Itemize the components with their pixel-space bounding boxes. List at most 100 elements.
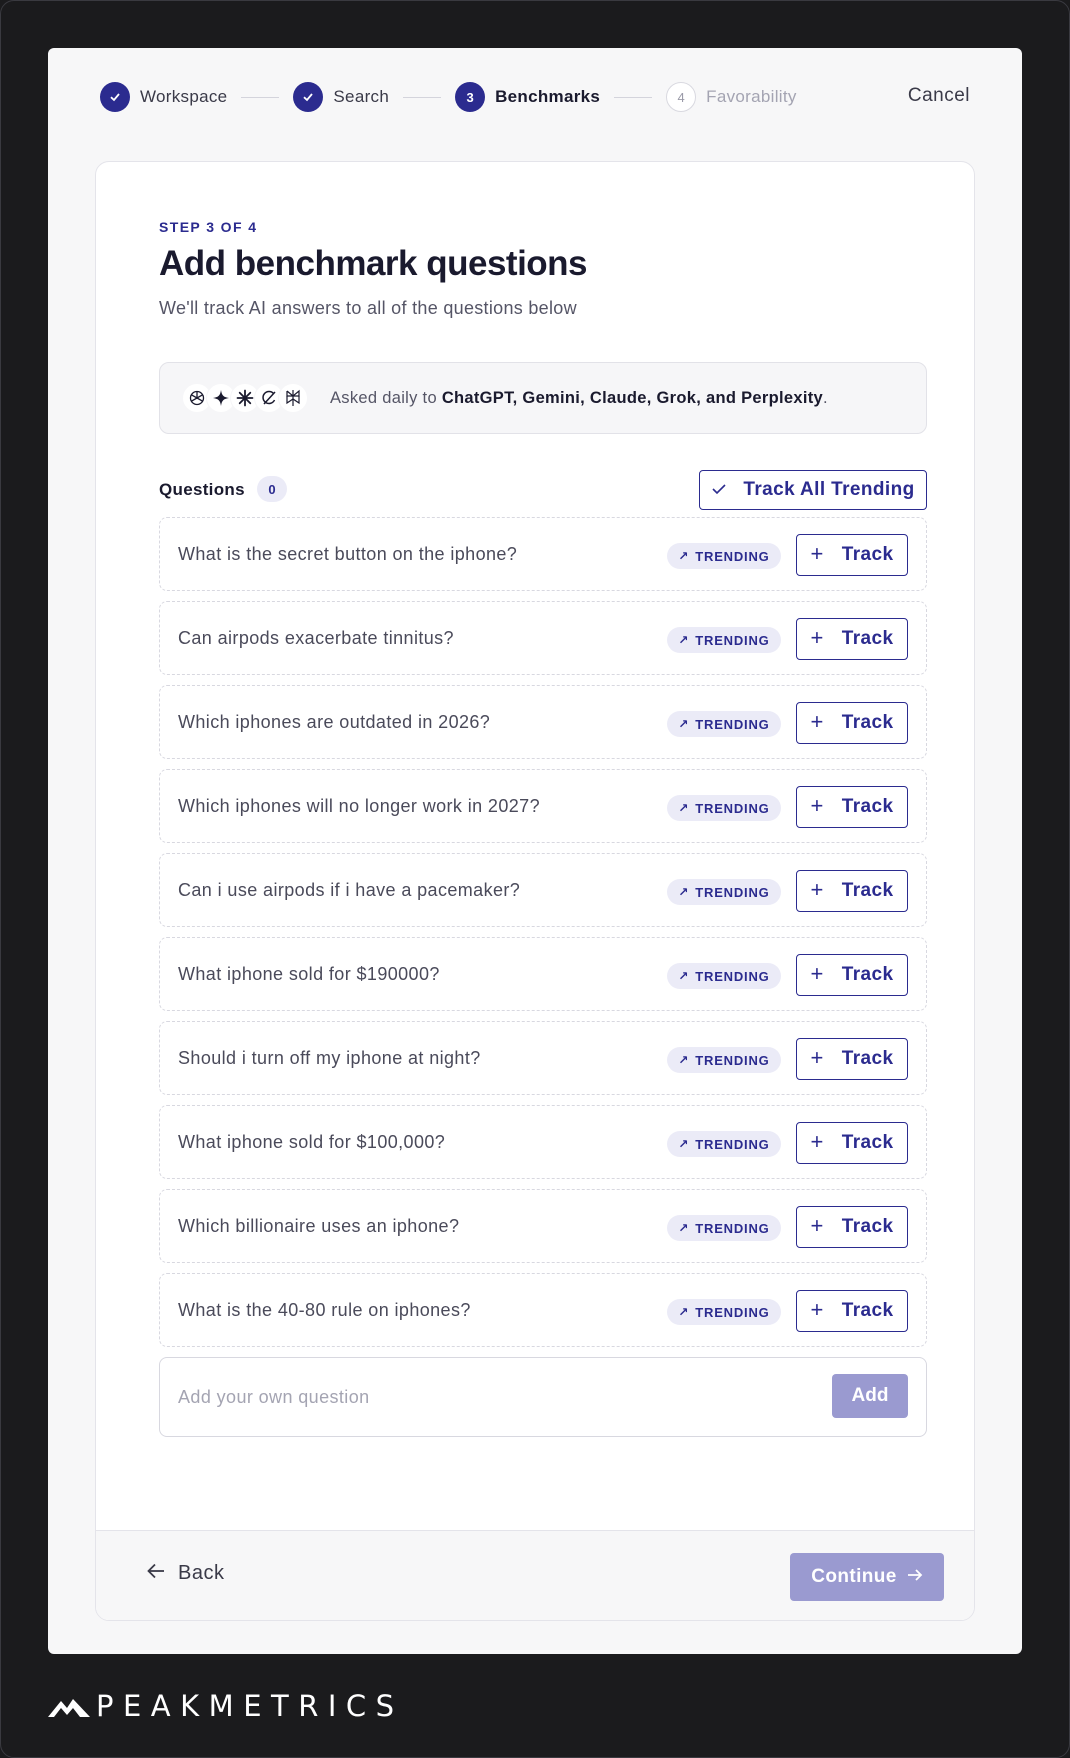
trending-label: TRENDING xyxy=(695,1220,770,1236)
trending-up-icon: ↗ xyxy=(678,1221,690,1235)
step-label-benchmarks: Benchmarks xyxy=(495,87,601,106)
plus-icon: + xyxy=(810,1297,824,1322)
model-icons xyxy=(182,383,308,413)
step-divider xyxy=(614,96,653,98)
track-button[interactable]: + Track xyxy=(796,702,908,744)
track-button[interactable]: + Track xyxy=(796,786,908,828)
step-label-favorability: Favorability xyxy=(706,87,797,106)
back-button[interactable]: Back xyxy=(146,1561,224,1586)
track-label: Track xyxy=(841,880,894,901)
trending-label: TRENDING xyxy=(695,716,770,732)
step-search[interactable]: Search xyxy=(293,82,389,112)
track-label: Track xyxy=(841,544,894,565)
onboarding-window: Workspace Search 3 Benchmarks 4 Favorabi… xyxy=(48,48,1022,1654)
check-icon xyxy=(711,480,727,501)
arrow-right-icon xyxy=(907,1567,923,1587)
question-text: What is the secret button on the iphone? xyxy=(178,544,518,564)
question-row: What iphone sold for $100,000? ↗ TRENDING… xyxy=(159,1105,927,1179)
trending-up-icon: ↗ xyxy=(678,1305,690,1319)
step-divider xyxy=(403,96,442,98)
trending-label: TRENDING xyxy=(695,968,770,984)
step-divider xyxy=(241,96,280,98)
trending-badge: ↗ TRENDING xyxy=(667,879,781,905)
track-label: Track xyxy=(841,1216,894,1237)
question-row: Should i turn off my iphone at night? ↗ T… xyxy=(159,1021,927,1095)
cancel-button[interactable]: Cancel xyxy=(908,85,970,107)
trending-up-icon: ↗ xyxy=(678,885,690,899)
trending-up-icon: ↗ xyxy=(678,1053,690,1067)
trending-up-icon: ↗ xyxy=(678,717,690,731)
track-button[interactable]: + Track xyxy=(796,1206,908,1248)
questions-count-badge: 0 xyxy=(257,476,287,502)
track-button[interactable]: + Track xyxy=(796,534,908,576)
track-label: Track xyxy=(841,712,894,733)
question-text: Which billionaire uses an iphone? xyxy=(178,1216,460,1236)
step-favorability: 4 Favorability xyxy=(666,82,797,112)
trending-badge: ↗ TRENDING xyxy=(667,1215,781,1241)
trending-badge: ↗ TRENDING xyxy=(667,1131,781,1157)
trending-label: TRENDING xyxy=(695,1304,770,1320)
question-row: Can i use airpods if i have a pacemaker?… xyxy=(159,853,927,927)
trending-badge: ↗ TRENDING xyxy=(667,1299,781,1325)
plus-icon: + xyxy=(810,961,824,986)
step-workspace[interactable]: Workspace xyxy=(100,82,227,112)
check-icon xyxy=(100,82,130,112)
trending-label: TRENDING xyxy=(695,1136,770,1152)
continue-button[interactable]: Continue xyxy=(790,1553,944,1601)
step-number: 3 xyxy=(455,82,486,112)
trending-up-icon: ↗ xyxy=(678,801,690,815)
step-benchmarks: 3 Benchmarks xyxy=(455,82,600,112)
trending-label: TRENDING xyxy=(695,548,770,564)
question-text: What iphone sold for $100,000? xyxy=(178,1132,446,1152)
question-text: Can airpods exacerbate tinnitus? xyxy=(178,628,454,648)
card-footer: Back Continue xyxy=(96,1530,974,1620)
plus-icon: + xyxy=(810,1213,824,1238)
peakmetrics-logo: PEAKMETRICS xyxy=(48,1689,404,1723)
question-text: Which iphones will no longer work in 202… xyxy=(178,796,540,816)
track-button[interactable]: + Track xyxy=(796,618,908,660)
track-all-trending-button[interactable]: Track All Trending xyxy=(699,470,927,510)
track-button[interactable]: + Track xyxy=(796,1122,908,1164)
perplexity-icon xyxy=(278,383,308,413)
trending-label: TRENDING xyxy=(695,800,770,816)
track-button[interactable]: + Track xyxy=(796,1290,908,1332)
trending-label: TRENDING xyxy=(695,884,770,900)
stepper: Workspace Search 3 Benchmarks 4 Favorabi… xyxy=(100,81,970,113)
trending-up-icon: ↗ xyxy=(678,633,690,647)
models-prefix: Asked daily to xyxy=(330,388,442,407)
track-all-label: Track All Trending xyxy=(743,479,915,500)
trending-up-icon: ↗ xyxy=(678,1137,690,1151)
track-button[interactable]: + Track xyxy=(796,954,908,996)
trending-badge: ↗ TRENDING xyxy=(667,1047,781,1073)
question-text: What is the 40-80 rule on iphones? xyxy=(178,1300,471,1320)
question-row: Which iphones will no longer work in 202… xyxy=(159,769,927,843)
add-question-button[interactable]: Add xyxy=(832,1374,908,1418)
questions-header: Questions 0 Track All Trending xyxy=(159,470,927,510)
plus-icon: + xyxy=(810,709,824,734)
question-text: Can i use airpods if i have a pacemaker? xyxy=(178,880,521,900)
page-subtitle: We'll track AI answers to all of the que… xyxy=(159,298,577,318)
models-caption: Asked daily to ChatGPT, Gemini, Claude, … xyxy=(330,389,828,408)
mountain-logo-icon xyxy=(48,1699,90,1717)
models-info-box: Asked daily to ChatGPT, Gemini, Claude, … xyxy=(159,362,927,434)
track-button[interactable]: + Track xyxy=(796,870,908,912)
track-label: Track xyxy=(841,796,894,817)
plus-icon: + xyxy=(810,1045,824,1070)
add-question-row: Add xyxy=(159,1357,927,1437)
track-label: Track xyxy=(841,1048,894,1069)
plus-icon: + xyxy=(810,1129,824,1154)
step-eyebrow: STEP 3 OF 4 xyxy=(159,219,258,235)
question-row: What is the 40-80 rule on iphones? ↗ TREN… xyxy=(159,1273,927,1347)
track-label: Track xyxy=(841,1132,894,1153)
questions-list: What is the secret button on the iphone?… xyxy=(159,517,927,1437)
check-icon xyxy=(293,82,324,112)
plus-icon: + xyxy=(810,793,824,818)
step-label-search: Search xyxy=(333,87,390,106)
track-button[interactable]: + Track xyxy=(796,1038,908,1080)
plus-icon: + xyxy=(810,541,824,566)
question-row: Can airpods exacerbate tinnitus? ↗ TRENDI… xyxy=(159,601,927,675)
add-question-input[interactable] xyxy=(178,1382,738,1412)
trending-badge: ↗ TRENDING xyxy=(667,963,781,989)
trending-label: TRENDING xyxy=(695,632,770,648)
trending-badge: ↗ TRENDING xyxy=(667,711,781,737)
